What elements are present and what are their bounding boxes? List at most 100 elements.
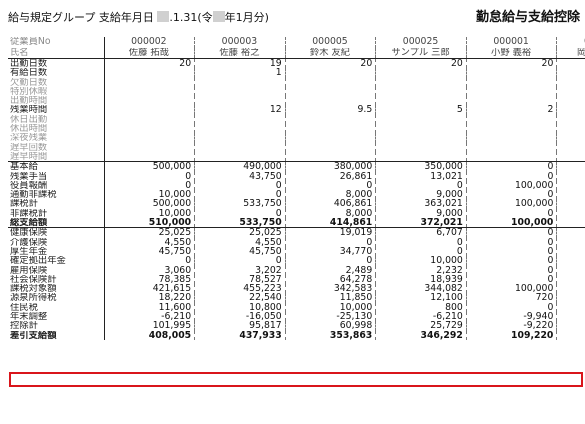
cell-value: -16,050: [194, 312, 286, 322]
employee-name: 鈴木 友紀: [285, 47, 377, 59]
cell-value: 350,000: [375, 161, 467, 172]
row-label: 残業時間: [8, 105, 105, 115]
table-row: 残業時間 129.5526: [8, 105, 585, 115]
cell-value: 78,385: [104, 274, 196, 285]
cell-value: 0: [466, 161, 558, 172]
row-label: 源泉所得税: [8, 293, 105, 303]
cell-value: 78,527: [194, 274, 286, 285]
cell-value: 533,750: [194, 218, 286, 228]
cell-value: 45,750: [194, 246, 286, 257]
cell-value: [285, 77, 377, 87]
table-row: 住民税11,60010,80010,00080000: [8, 302, 585, 313]
table-row: 源泉所得税18,22022,54011,85012,1007200: [8, 293, 585, 303]
cell-value: 0: [194, 190, 286, 200]
cell-value: 408,005: [104, 330, 196, 340]
header-prefix: 給与規定グループ 支給年月日: [8, 11, 154, 24]
cell-value: 18,220: [104, 293, 196, 303]
cell-value: 0: [466, 265, 558, 275]
cell-value: 60,998: [285, 321, 377, 331]
header-mid: .1.31(令: [169, 11, 213, 24]
cell-value: 0: [466, 246, 558, 257]
row-label: 出勤日数: [8, 58, 105, 69]
row-label: 残業手当: [8, 171, 105, 181]
cell-value: 26,861: [285, 171, 377, 181]
cell-value: 1: [194, 68, 286, 78]
cell-value: 0: [285, 237, 377, 247]
cell-value: 109,220: [466, 330, 558, 340]
cell-value: 0: [556, 227, 585, 238]
table-row: 通勤非課税10,00008,0009,00000: [8, 190, 585, 200]
cell-value: 353,863: [285, 330, 377, 340]
cell-value: 0: [466, 256, 558, 266]
cell-value: -6,210: [375, 312, 467, 322]
cell-value: 533,750: [194, 199, 286, 209]
cell-value: [466, 114, 558, 125]
table-row: 深夜残業: [8, 133, 585, 143]
cell-value: -6,210: [104, 312, 196, 322]
table-row: 差引支給額 408,005 437,933 353,863 346,292 109,220…: [8, 330, 585, 340]
cell-value: 0: [556, 284, 585, 294]
row-label: 介護保険: [8, 237, 105, 247]
cell-value: 11,600: [104, 302, 196, 313]
employee-name: 佐藤 拓哉: [104, 47, 196, 59]
row-label: 社会保険計: [8, 274, 105, 285]
cell-value: 25,025: [194, 227, 286, 238]
employee-name: 岡本 美由子: [556, 47, 585, 59]
cell-value: 25,729: [375, 321, 467, 331]
cell-value: 95,817: [194, 321, 286, 331]
row-label: 確定拠出年金: [8, 256, 105, 266]
cell-value: [375, 77, 467, 87]
employee-name: サンプル 三郎: [375, 47, 467, 59]
cell-value: [194, 96, 286, 106]
cell-value: 9,000: [375, 208, 467, 219]
table-row: 介護保険4,5504,5500002,730: [8, 237, 585, 247]
cell-value: 342,583: [285, 284, 377, 294]
cell-value: [556, 77, 585, 87]
employee-name: 小野 義裕: [466, 47, 558, 59]
row-label: 課税計: [8, 199, 105, 209]
cell-value: [466, 77, 558, 87]
cell-value: [194, 133, 286, 143]
cell-value: 19: [194, 58, 286, 69]
cell-value: 800: [375, 302, 467, 313]
cell-value: -25,130: [285, 312, 377, 322]
cell-value: 3,202: [194, 265, 286, 275]
table-row: 出勤日数201920202020: [8, 58, 585, 69]
cell-value: [285, 124, 377, 134]
cell-value: 380,000: [285, 161, 377, 172]
cell-value: [466, 133, 558, 143]
cell-value: 455,223: [194, 284, 286, 294]
row-label: 総支給額: [8, 218, 105, 228]
cell-value: 20: [466, 58, 558, 69]
employee-name: 佐藤 裕之: [194, 47, 286, 59]
cell-value: [556, 68, 585, 78]
row-label: 通勤非課税: [8, 190, 105, 200]
cell-value: 363,021: [375, 199, 467, 209]
table-row: 有給日数 1: [8, 68, 585, 78]
cell-value: [194, 114, 286, 125]
cell-value: 0: [104, 256, 196, 266]
header-row-code: 従業員No00000200000300000500002500000100000…: [8, 37, 585, 48]
table-row: 基本給500,000490,000380,000350,00000: [8, 161, 585, 172]
cell-value: 20: [285, 58, 377, 69]
cell-value: [375, 124, 467, 134]
cell-value: 0: [556, 293, 585, 303]
row-label: 差引支給額: [8, 330, 105, 340]
cell-value: 2,232: [375, 265, 467, 275]
cell-value: 13,021: [375, 171, 467, 181]
row-label: 遅早回数: [8, 142, 105, 152]
cell-value: 0: [556, 302, 585, 313]
cell-value: [285, 133, 377, 143]
cell-value: [556, 133, 585, 143]
table-row: 休日出勤: [8, 114, 585, 125]
cell-value: 101,995: [104, 321, 196, 331]
cell-value: 0: [556, 171, 585, 181]
table-row: 確定拠出年金00010,00000: [8, 256, 585, 266]
cell-value: [104, 96, 196, 106]
cell-value: [466, 124, 558, 134]
redacted-era-year: [212, 11, 225, 22]
table-row: 雇用保険3,0603,2022,4892,23200: [8, 265, 585, 275]
cell-value: [556, 124, 585, 134]
report-title: 勤怠給与支給控除: [476, 10, 581, 25]
table-row: 年末調整-6,210-16,050-25,130-6,210-9,940-6,3…: [8, 312, 585, 322]
